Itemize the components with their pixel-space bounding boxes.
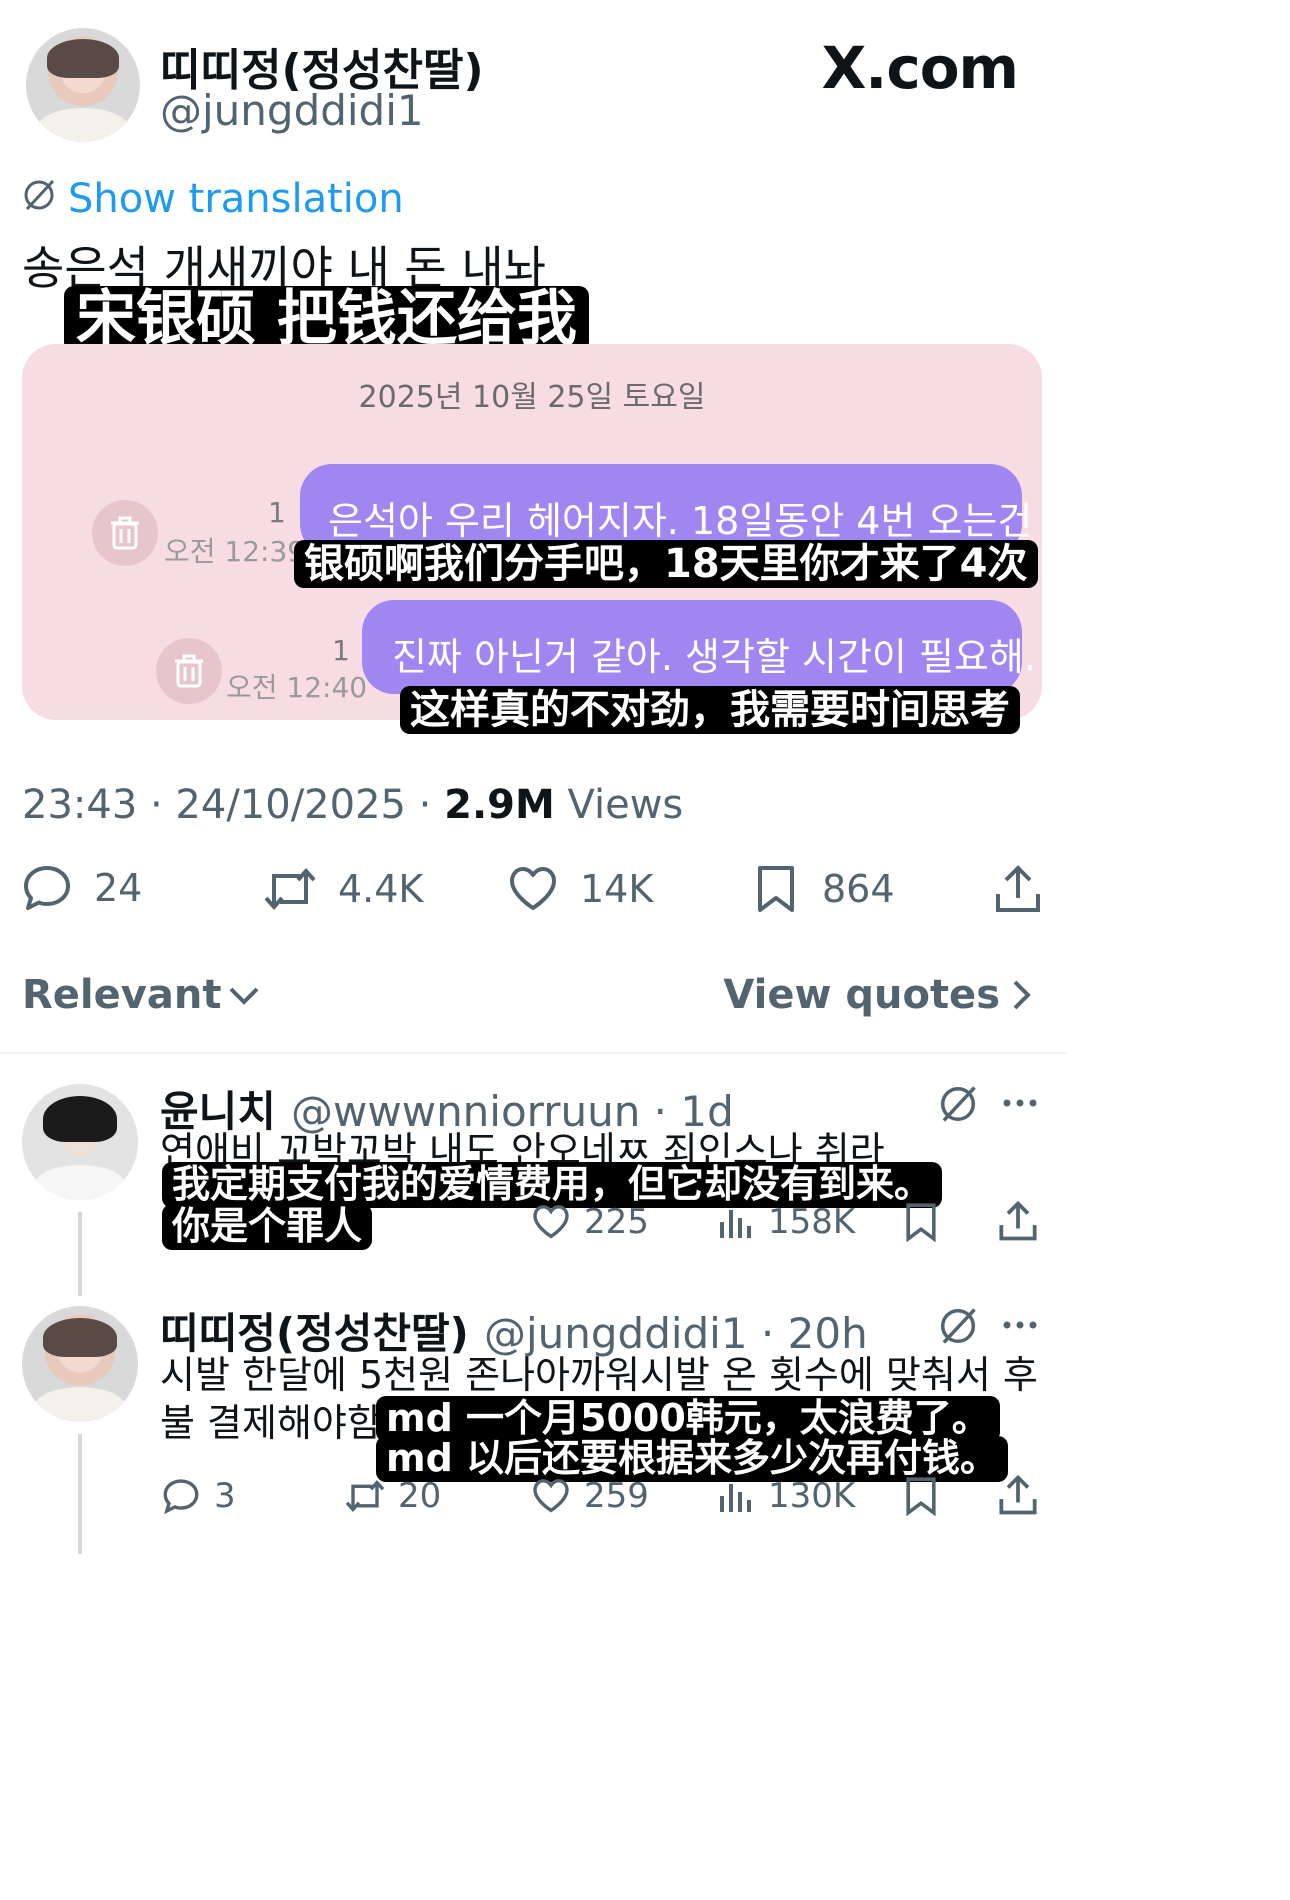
reply-views[interactable]: 130K	[718, 1476, 855, 1516]
share-icon	[996, 865, 1040, 912]
reply-caption-line2: md 以后还要根据来多少次再付钱。	[376, 1436, 1009, 1482]
thread-line	[78, 1434, 82, 1554]
repost-icon	[264, 867, 316, 911]
message-time: 오전 12:40	[226, 671, 368, 704]
chat-bubble-text: 진짜 아닌거 같아. 생각할 시간이 필요해.	[392, 635, 1036, 679]
reply-like-count: 225	[584, 1202, 649, 1242]
share-icon[interactable]	[998, 1200, 1038, 1242]
heart-icon	[533, 1205, 569, 1239]
reply-caption-line1: md 一个月5000韩元，太浪费了。	[376, 1396, 1000, 1442]
tweet-meta: 23:43 · 24/10/2025 · 2.9M Views	[22, 782, 683, 828]
like-count: 14K	[580, 867, 654, 911]
sort-relevant-label: Relevant	[22, 972, 222, 1018]
delete-icon	[92, 500, 158, 566]
reply-views-count: 158K	[768, 1202, 856, 1242]
reply-like-button[interactable]: 259	[532, 1476, 649, 1516]
reply-repost-button[interactable]: 20	[344, 1476, 441, 1516]
reply-icon	[24, 866, 70, 910]
author-avatar[interactable]	[26, 28, 140, 142]
views-icon	[720, 1210, 751, 1238]
reply-like-button[interactable]: 225	[532, 1202, 649, 1242]
reply-like-count: 259	[584, 1476, 649, 1516]
reply-caption-line1: 我定期支付我的爱情费用，但它却没有到来。	[162, 1162, 943, 1208]
reply-text-line1: 시발 한달에 5천원 존나아까워시발 온 횟수에 맞춰서 후	[160, 1353, 1038, 1397]
sort-relevant[interactable]: Relevant	[22, 972, 261, 1018]
repost-count: 4.4K	[338, 867, 424, 911]
reply-count: 24	[94, 866, 143, 910]
reply-repost-count: 20	[398, 1476, 442, 1516]
timestamp[interactable]: 23:43 · 24/10/2025 ·	[22, 782, 444, 828]
chevron-right-icon	[1013, 980, 1031, 1010]
bookmark-icon[interactable]	[904, 1202, 938, 1242]
reply-views[interactable]: 158K	[718, 1202, 855, 1242]
bookmark-icon	[758, 866, 794, 912]
repost-button[interactable]: 4.4K	[262, 866, 423, 912]
translate-icon[interactable]	[938, 1306, 978, 1346]
views-icon	[720, 1484, 751, 1512]
heart-icon	[533, 1479, 569, 1513]
share-button[interactable]	[994, 864, 1042, 914]
read-count: 1	[268, 496, 286, 529]
message-time: 오전 12:39	[164, 535, 306, 568]
reply-icon	[163, 1479, 199, 1514]
read-count: 1	[332, 634, 350, 667]
reply-caption-line2: 你是个罪人	[162, 1204, 373, 1250]
reply-views-count: 130K	[768, 1476, 856, 1516]
author-handle[interactable]: @jungddidi1	[160, 86, 424, 135]
tweet-caption: 宋银硕 把钱还给我	[64, 286, 589, 352]
bookmark-count: 864	[822, 867, 895, 911]
bookmark-button[interactable]: 864	[756, 864, 895, 914]
reply-avatar[interactable]	[22, 1084, 138, 1200]
divider	[0, 1052, 1066, 1054]
views-count: 2.9M	[444, 782, 555, 828]
view-quotes-link[interactable]: View quotes	[723, 972, 1034, 1018]
chat-date: 2025년 10월 25일 토요일	[358, 380, 706, 415]
view-quotes-label: View quotes	[723, 972, 1000, 1018]
reply-author-handle[interactable]: @jungddidi1 · 20h	[484, 1309, 868, 1358]
show-translation-link[interactable]: Show translation	[68, 176, 404, 222]
more-options-icon[interactable]	[1002, 1098, 1038, 1108]
reply-avatar[interactable]	[22, 1306, 138, 1422]
chat-caption: 这样真的不对劲，我需要时间思考	[400, 686, 1020, 734]
like-button[interactable]: 14K	[508, 866, 653, 912]
reply-text-line2: 불 결제해야함	[160, 1401, 382, 1445]
reply-reply-count: 3	[214, 1476, 236, 1516]
chat-caption: 银硕啊我们分手吧，18天里你才来了4次	[294, 540, 1038, 588]
reply-author-name[interactable]: 띠띠정(정성찬딸)	[160, 1309, 469, 1358]
thread-line	[78, 1212, 82, 1296]
chevron-down-icon	[230, 987, 259, 1005]
x-logo: X.com	[821, 34, 1019, 102]
chat-bubble-text: 은석아 우리 헤어지자. 18일동안 4번 오는건	[328, 499, 1033, 543]
more-options-icon[interactable]	[1002, 1320, 1038, 1330]
share-icon[interactable]	[998, 1474, 1038, 1516]
bookmark-icon[interactable]	[904, 1476, 938, 1516]
views-label: Views	[554, 782, 684, 828]
translate-icon[interactable]	[22, 178, 56, 212]
translate-icon[interactable]	[938, 1084, 978, 1124]
repost-icon	[345, 1479, 385, 1513]
reply-reply-button[interactable]: 3	[162, 1476, 236, 1516]
delete-icon	[156, 638, 222, 704]
heart-icon	[510, 867, 556, 910]
reply-button[interactable]: 24	[22, 864, 142, 912]
